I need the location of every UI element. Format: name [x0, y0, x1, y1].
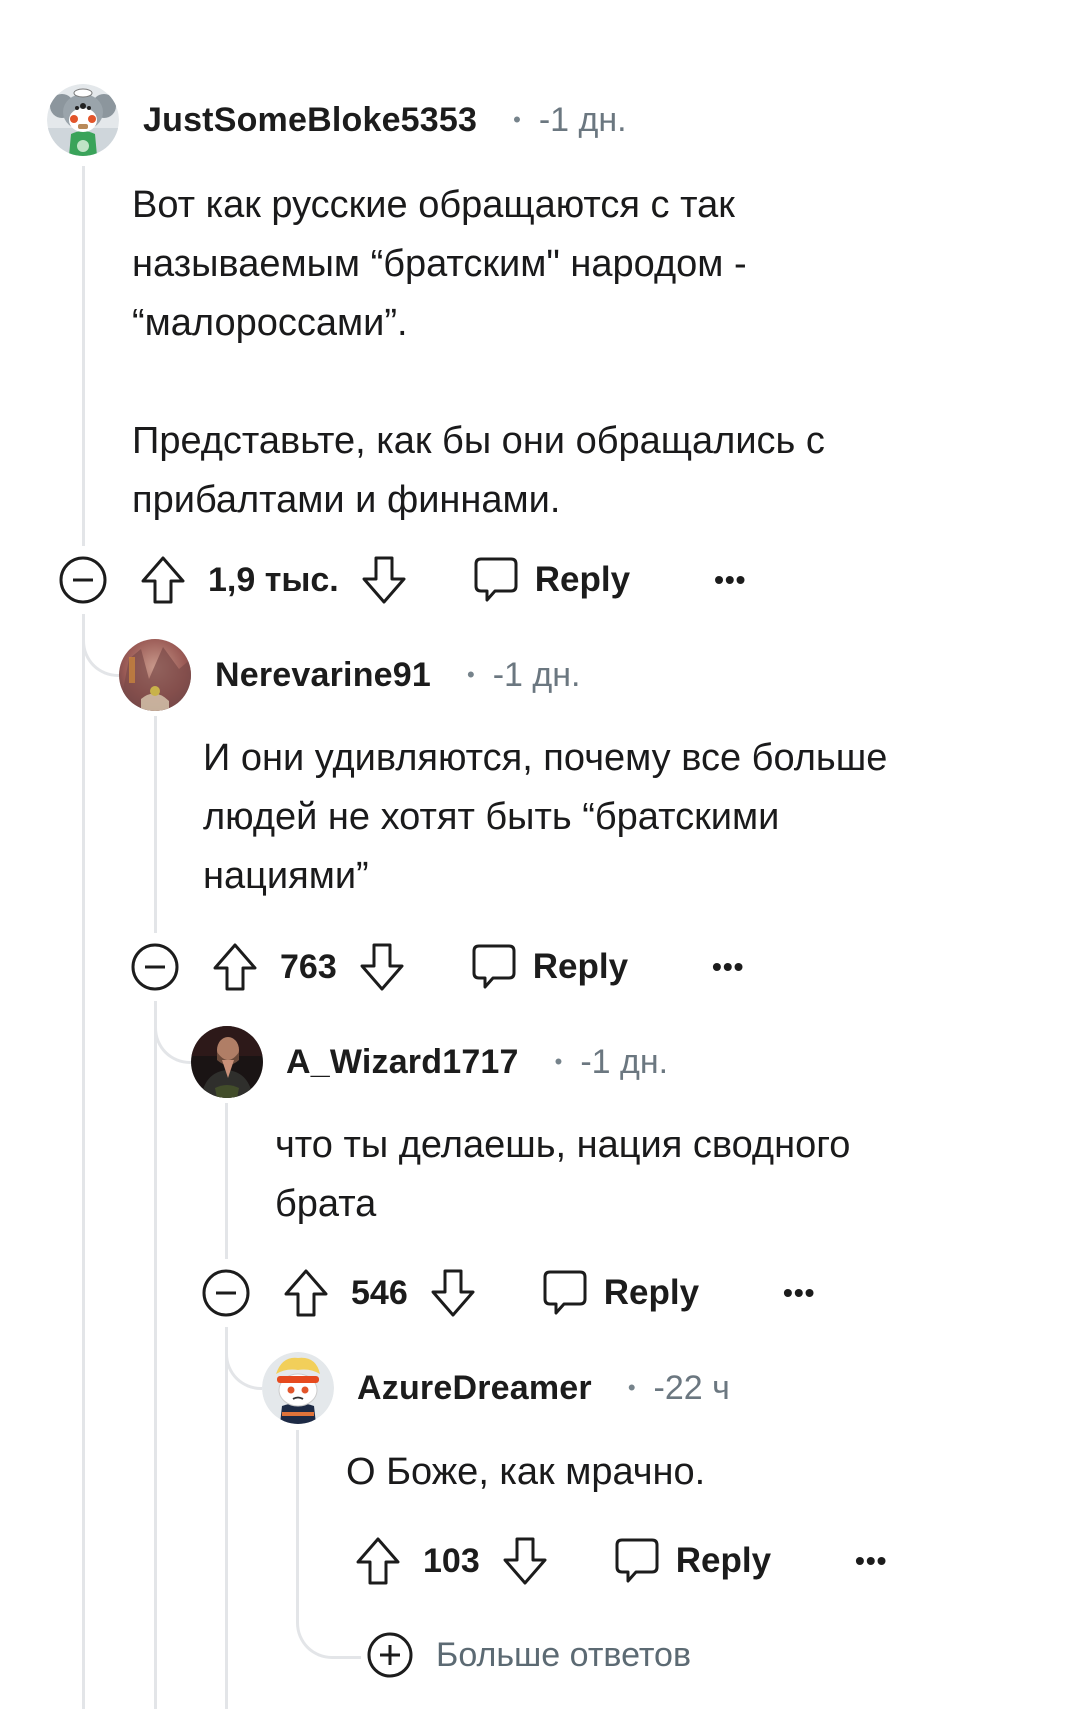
chat-bubble-icon	[543, 1270, 587, 1315]
downvote-button[interactable]	[361, 555, 407, 605]
username[interactable]: AzureDreamer	[357, 1369, 592, 1408]
snoo-koala-avatar-icon	[47, 84, 119, 156]
arrow-down-icon	[503, 1537, 547, 1585]
thread-line-level-1-cont[interactable]	[82, 614, 85, 1709]
avatar[interactable]	[191, 1026, 263, 1098]
timestamp: -1 дн.	[538, 100, 627, 139]
upvote-button[interactable]	[283, 1268, 329, 1318]
comment-header: Nerevarine91 • -1 дн.	[215, 639, 580, 711]
separator-dot: •	[513, 107, 521, 132]
username[interactable]: A_Wizard1717	[286, 1043, 519, 1082]
comment-body: И они удивляются, почему все больше люде…	[203, 737, 888, 897]
chat-bubble-icon	[474, 557, 518, 602]
arrow-up-icon	[356, 1537, 400, 1585]
timestamp: -1 дн.	[580, 1042, 669, 1081]
collapse-button[interactable]	[130, 942, 180, 992]
arrow-up-icon	[284, 1269, 328, 1317]
comment-actions: 1,9 тыс. Reply •••	[58, 550, 747, 610]
upvote-button[interactable]	[212, 942, 258, 992]
thread-line-level-3-cont[interactable]	[225, 1327, 228, 1709]
vote-score: 1,9 тыс.	[208, 560, 339, 599]
thread-branch-2	[82, 614, 119, 677]
comment-actions: 546 Reply •••	[201, 1263, 815, 1323]
arrow-down-icon	[362, 556, 406, 604]
minus-circle-icon	[59, 556, 107, 604]
reply-label: Reply	[532, 947, 629, 986]
reply-label: Reply	[534, 560, 631, 599]
comment-header: AzureDreamer • -22 ч	[357, 1352, 730, 1424]
thread-line-level-3[interactable]	[225, 1103, 228, 1259]
more-options-button[interactable]: •••	[855, 1545, 887, 1577]
comment-actions: 763 Reply •••	[130, 937, 744, 997]
plus-circle-icon	[367, 1632, 413, 1678]
more-replies-button[interactable]: Больше ответов	[366, 1631, 691, 1679]
comment-body: что ты делаешь, нация сводного брата	[275, 1124, 851, 1225]
reply-label: Reply	[603, 1273, 700, 1312]
comment-header: A_Wizard1717 • -1 дн.	[286, 1026, 668, 1098]
reply-button[interactable]: Reply	[542, 1269, 699, 1317]
more-options-button[interactable]: •••	[783, 1277, 815, 1309]
downvote-button[interactable]	[430, 1268, 476, 1318]
upvote-button[interactable]	[355, 1536, 401, 1586]
vote-score: 546	[351, 1273, 408, 1312]
arrow-down-icon	[360, 943, 404, 991]
username[interactable]: JustSomeBloke5353	[143, 101, 477, 140]
comment-actions: 103 Reply •••	[355, 1531, 887, 1591]
arrow-up-icon	[213, 943, 257, 991]
timestamp: -1 дн.	[492, 655, 581, 694]
downvote-button[interactable]	[502, 1536, 548, 1586]
arrow-up-icon	[141, 556, 185, 604]
thread-branch-4	[225, 1327, 262, 1390]
thread-line-level-2-cont[interactable]	[154, 1001, 157, 1709]
snoo-headband-avatar-icon	[262, 1352, 334, 1424]
avatar[interactable]	[119, 639, 191, 711]
reply-button[interactable]: Reply	[473, 556, 630, 604]
avatar[interactable]	[262, 1352, 334, 1424]
thread-line-level-4[interactable]	[296, 1430, 299, 1580]
more-options-button[interactable]: •••	[712, 951, 744, 983]
more-options-button[interactable]: •••	[714, 564, 746, 596]
reply-label: Reply	[675, 1541, 772, 1580]
timestamp: -22 ч	[653, 1368, 730, 1407]
avatar[interactable]	[47, 84, 119, 156]
vote-score: 103	[423, 1541, 480, 1580]
more-replies-label: Больше ответов	[436, 1635, 692, 1674]
downvote-button[interactable]	[359, 942, 405, 992]
collapse-button[interactable]	[58, 555, 108, 605]
upvote-button[interactable]	[140, 555, 186, 605]
arrow-down-icon	[431, 1269, 475, 1317]
comment-body: О Боже, как мрачно.	[346, 1451, 706, 1493]
minus-circle-icon	[131, 943, 179, 991]
separator-dot: •	[554, 1049, 563, 1074]
photo-avatar-icon	[191, 1026, 263, 1098]
reply-button[interactable]: Reply	[471, 943, 628, 991]
collapse-button[interactable]	[201, 1268, 251, 1318]
separator-dot: •	[467, 662, 475, 687]
comment-body: Вот как русские обращаются с так называе…	[132, 184, 825, 521]
painting-avatar-icon	[119, 639, 191, 711]
chat-bubble-icon	[472, 944, 516, 989]
vote-score: 763	[280, 947, 337, 986]
thread-line-level-1[interactable]	[82, 166, 85, 546]
comment-header: JustSomeBloke5353 • -1 дн.	[143, 84, 627, 156]
thread-branch-more-replies	[296, 1580, 361, 1659]
thread-branch-3	[154, 1001, 191, 1064]
separator-dot: •	[627, 1375, 636, 1400]
chat-bubble-icon	[615, 1538, 659, 1583]
reply-button[interactable]: Reply	[614, 1537, 771, 1585]
minus-circle-icon	[202, 1269, 250, 1317]
username[interactable]: Nerevarine91	[215, 656, 431, 695]
thread-line-level-2[interactable]	[154, 716, 157, 933]
